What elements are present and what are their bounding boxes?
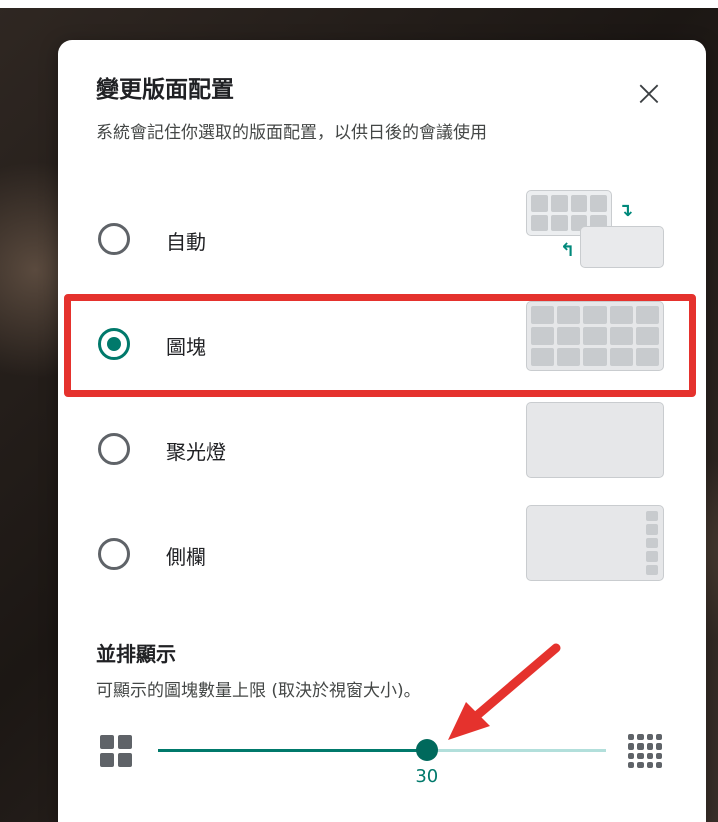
tiles-slider-fill xyxy=(158,749,427,752)
dialog-title: 變更版面配置 xyxy=(96,77,234,103)
layout-option-spotlight[interactable]: 聚光燈 xyxy=(80,400,680,500)
tiles-section-title: 並排顯示 xyxy=(96,642,176,666)
red-pointer-arrow xyxy=(448,643,561,740)
layout-option-tiled[interactable]: 圖塊 xyxy=(80,295,680,395)
layout-option-label: 側欄 xyxy=(166,545,206,569)
grid-large-icon xyxy=(628,734,662,768)
layout-option-label: 聚光燈 xyxy=(166,440,226,464)
auto-layout-icon: ↴ ↰ xyxy=(526,190,666,270)
tiles-slider-value: 30 xyxy=(415,766,439,787)
close-icon[interactable]: × xyxy=(632,76,666,112)
radio-button[interactable] xyxy=(98,538,130,570)
radio-button-selected[interactable] xyxy=(98,328,130,360)
layout-option-auto[interactable]: 自動 ↴ ↰ xyxy=(80,190,680,290)
grid-small-icon xyxy=(100,735,132,767)
spotlight-layout-icon xyxy=(526,400,666,480)
layout-option-label: 圖塊 xyxy=(166,335,206,359)
radio-button[interactable] xyxy=(98,223,130,255)
frame-top xyxy=(0,0,718,8)
layout-option-label: 自動 xyxy=(166,230,206,254)
layout-option-sidebar[interactable]: 側欄 xyxy=(80,505,680,605)
sidebar-layout-icon xyxy=(526,505,666,585)
radio-button[interactable] xyxy=(98,433,130,465)
change-layout-dialog: 變更版面配置 系統會記住你選取的版面配置，以供日後的會議使用 × 自動 ↴ ↰ … xyxy=(58,40,706,822)
tiles-section-description: 可顯示的圖塊數量上限 (取決於視窗大小)。 xyxy=(96,681,421,701)
tiled-layout-icon xyxy=(526,295,666,375)
dialog-subtitle: 系統會記住你選取的版面配置，以供日後的會議使用 xyxy=(96,123,487,143)
